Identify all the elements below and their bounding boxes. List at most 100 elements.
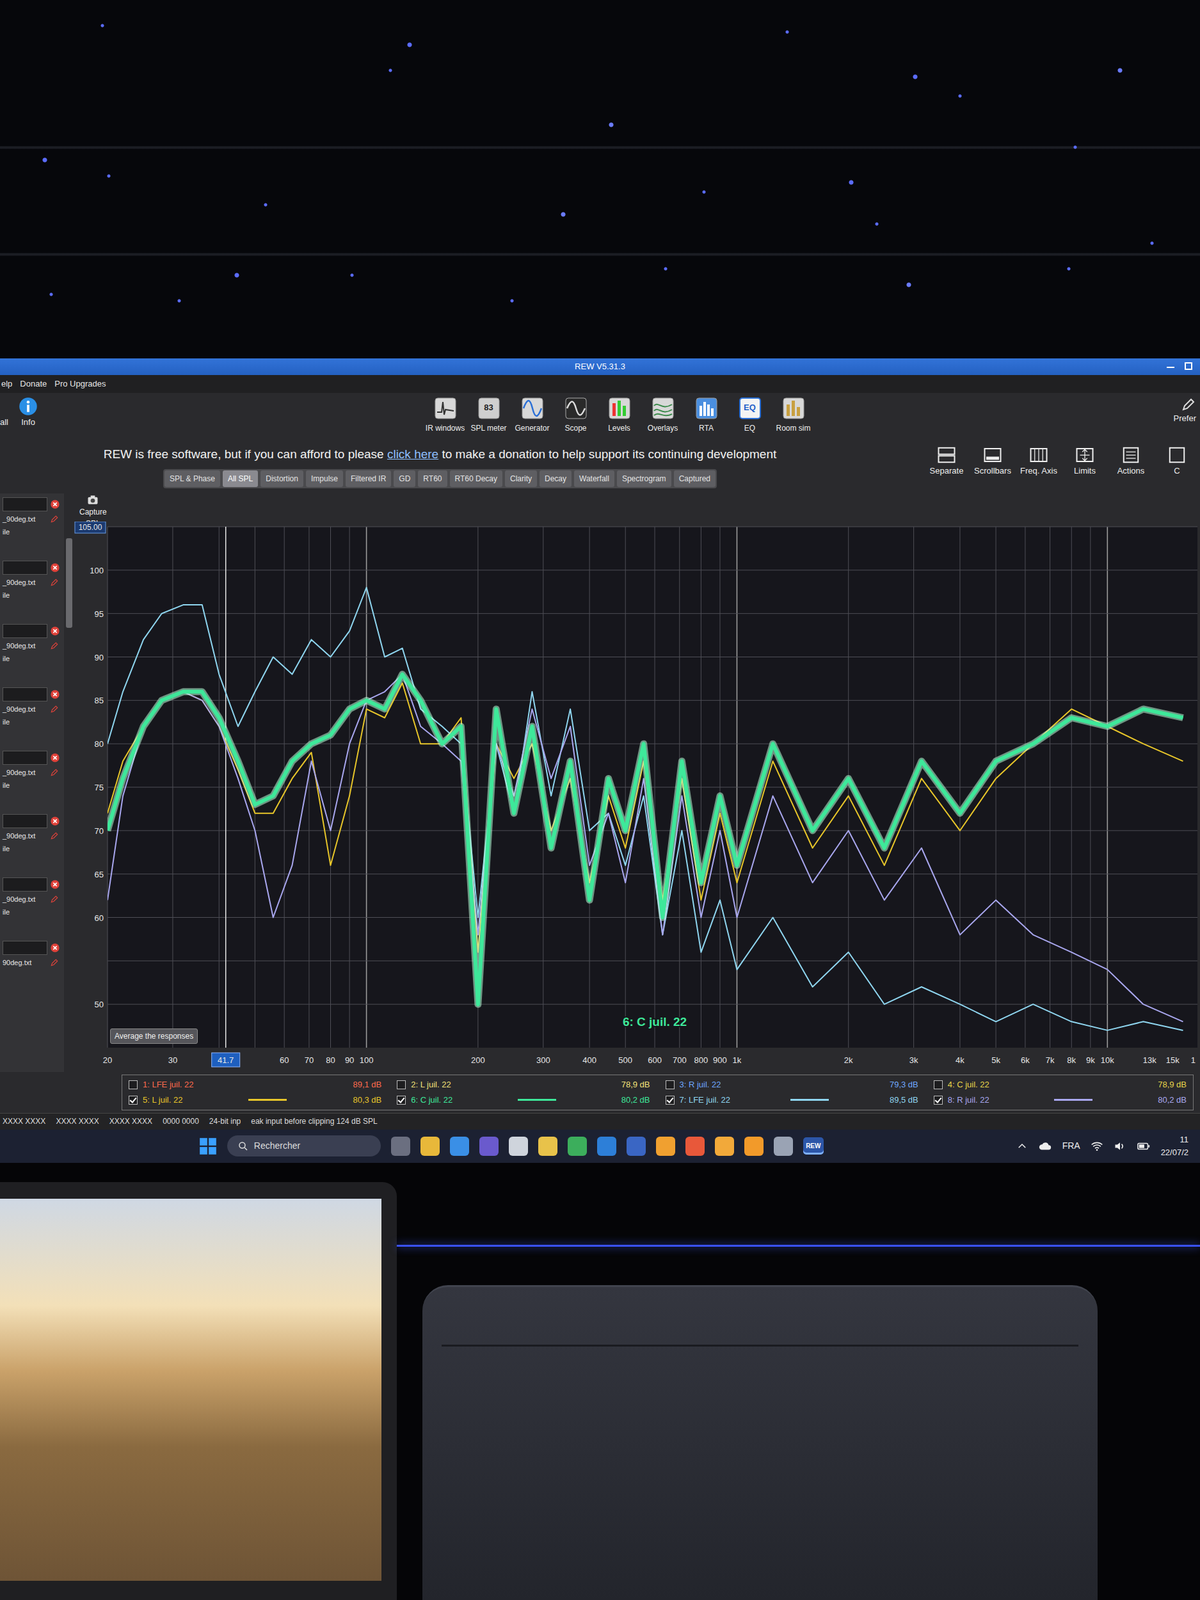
- legend-checkbox[interactable]: [396, 1095, 406, 1105]
- series-line[interactable]: [107, 682, 1184, 953]
- menu-item[interactable]: Pro Upgrades: [53, 377, 112, 391]
- toolbar-button[interactable]: 83SPL meter: [468, 396, 510, 434]
- measurement-name-field[interactable]: [2, 560, 48, 575]
- graph-tab[interactable]: Waterfall: [574, 470, 615, 488]
- legend-item[interactable]: 5: L juil. 2280,3 dB: [128, 1092, 382, 1108]
- measurement-name-field[interactable]: [2, 877, 48, 892]
- graph-tab[interactable]: Captured: [673, 470, 716, 488]
- taskbar-app-icon[interactable]: [597, 1136, 617, 1156]
- measurement-name-field[interactable]: [2, 624, 48, 639]
- measurement-name-field[interactable]: [2, 814, 48, 829]
- graph-tab[interactable]: Filtered IR: [345, 470, 392, 488]
- list-scrollbar[interactable]: [64, 493, 75, 1072]
- donate-link[interactable]: click here: [387, 447, 439, 461]
- taskbar-app-icon[interactable]: [626, 1136, 646, 1156]
- measurement-item[interactable]: _90deg.txtile: [2, 624, 62, 688]
- legend-item[interactable]: 2: L juil. 2278,9 dB: [396, 1077, 650, 1093]
- legend-checkbox[interactable]: [128, 1095, 138, 1105]
- average-button[interactable]: Average the responses: [110, 1028, 198, 1044]
- measurement-item[interactable]: _90deg.txtile: [2, 687, 62, 751]
- legend-item[interactable]: 3: R juil. 2279,3 dB: [665, 1077, 919, 1093]
- taskbar-app-icon[interactable]: [508, 1136, 528, 1156]
- graph-tab[interactable]: SPL & Phase: [164, 470, 221, 488]
- toolbar-button[interactable]: Levels: [599, 396, 640, 434]
- legend-checkbox[interactable]: [933, 1080, 943, 1090]
- language-indicator[interactable]: FRA: [1062, 1139, 1081, 1153]
- legend-item[interactable]: 8: R juil. 2280,2 dB: [933, 1092, 1187, 1108]
- measurement-item[interactable]: _90deg.txtile: [2, 814, 62, 878]
- toolbar-label: Scope: [555, 422, 597, 434]
- measurement-item[interactable]: 90deg.txt: [2, 940, 62, 1005]
- edit-icon: [49, 958, 59, 968]
- toolbar-button[interactable]: Overlays: [642, 396, 684, 434]
- legend-item[interactable]: 4: C juil. 2278,9 dB: [933, 1077, 1187, 1093]
- title-bar: REW V5.31.3: [0, 358, 1200, 376]
- legend-checkbox[interactable]: [665, 1080, 675, 1090]
- rew-taskbar-app[interactable]: REW: [803, 1137, 824, 1155]
- graph-tab[interactable]: Decay: [539, 470, 572, 488]
- minimize-icon[interactable]: [1166, 366, 1175, 368]
- maximize-icon[interactable]: [1184, 362, 1193, 370]
- graph-tab[interactable]: All SPL: [222, 470, 258, 488]
- graph-tab[interactable]: Spectrogram: [616, 470, 672, 488]
- taskbar-app-icon[interactable]: [538, 1136, 558, 1156]
- graph-tab[interactable]: Clarity: [504, 470, 537, 488]
- legend-checkbox[interactable]: [665, 1095, 675, 1105]
- measurement-name-field[interactable]: [2, 687, 48, 702]
- taskbar-app-icon[interactable]: [685, 1136, 705, 1156]
- graph-tool-button[interactable]: Separate: [926, 445, 968, 478]
- clock[interactable]: 1122/07/2: [1160, 1133, 1189, 1159]
- graph-tab[interactable]: RT60 Decay: [449, 470, 503, 488]
- left-tool[interactable]: Info: [18, 396, 38, 429]
- spl-chart[interactable]: 100959085807570656050105.002030607080901…: [74, 521, 1198, 1072]
- measurement-name-field[interactable]: [2, 940, 48, 955]
- toolbar-button[interactable]: EQEQ: [729, 396, 771, 434]
- taskbar-app-icon[interactable]: [391, 1136, 411, 1156]
- graph-tab[interactable]: GD: [393, 470, 416, 488]
- graph-tool-button[interactable]: C: [1156, 445, 1198, 478]
- taskbar-app-icon[interactable]: [656, 1136, 676, 1156]
- top-field[interactable]: [74, 521, 106, 534]
- toolbar-button[interactable]: RTA: [686, 396, 728, 434]
- search-box[interactable]: Rechercher: [227, 1135, 381, 1157]
- series-line[interactable]: [107, 673, 1184, 1022]
- measurement-item[interactable]: _90deg.txtile: [2, 497, 62, 561]
- preferences[interactable]: Prefer: [1142, 396, 1200, 425]
- legend-checkbox[interactable]: [128, 1080, 138, 1090]
- graph-tab[interactable]: Impulse: [305, 470, 344, 488]
- menu-item[interactable]: elp: [0, 377, 19, 391]
- measurement-name-field[interactable]: [2, 497, 48, 512]
- menu-item[interactable]: Donate: [18, 377, 54, 391]
- legend-item[interactable]: 6: C juil. 2280,2 dB: [396, 1092, 650, 1108]
- measurement-item[interactable]: _90deg.txtile: [2, 877, 62, 941]
- graph-tool-button[interactable]: Limits: [1064, 445, 1106, 478]
- legend-checkbox[interactable]: [933, 1095, 943, 1105]
- graph-tab[interactable]: Distortion: [260, 470, 304, 488]
- taskbar-app-icon[interactable]: [449, 1136, 470, 1156]
- legend-checkbox[interactable]: [396, 1080, 406, 1090]
- taskbar-app-icon[interactable]: [773, 1136, 793, 1156]
- legend-item[interactable]: 7: LFE juil. 2289,5 dB: [665, 1092, 919, 1108]
- measurement-item[interactable]: _90deg.txtile: [2, 750, 62, 815]
- taskbar-app-icon[interactable]: [420, 1136, 440, 1156]
- graph-tab[interactable]: RT60: [417, 470, 447, 488]
- toolbar-button[interactable]: Scope: [555, 396, 597, 434]
- taskbar-app-icon[interactable]: [479, 1136, 499, 1156]
- cursor-line[interactable]: [225, 526, 227, 1048]
- scroll-thumb[interactable]: [65, 538, 73, 628]
- graph-tool-button[interactable]: Freq. Axis: [1018, 445, 1060, 478]
- measurement-item[interactable]: _90deg.txtile: [2, 560, 62, 624]
- graph-tool-button[interactable]: Scrollbars: [972, 445, 1014, 478]
- measurement-name-field[interactable]: [2, 750, 48, 765]
- taskbar-app-icon[interactable]: [567, 1136, 587, 1156]
- toolbar-button[interactable]: Generator: [512, 396, 553, 434]
- legend-item[interactable]: 1: LFE juil. 2289,1 dB: [128, 1077, 382, 1093]
- series-line[interactable]: [107, 673, 1184, 1005]
- left-tool[interactable]: all: [0, 396, 9, 429]
- taskbar-app-icon[interactable]: [744, 1136, 764, 1156]
- series-line[interactable]: [107, 587, 1184, 1031]
- graph-tool-button[interactable]: Actions: [1110, 445, 1152, 478]
- toolbar-button[interactable]: Room sim: [773, 396, 815, 434]
- taskbar-app-icon[interactable]: [714, 1136, 735, 1156]
- toolbar-button[interactable]: IR windows: [424, 396, 466, 434]
